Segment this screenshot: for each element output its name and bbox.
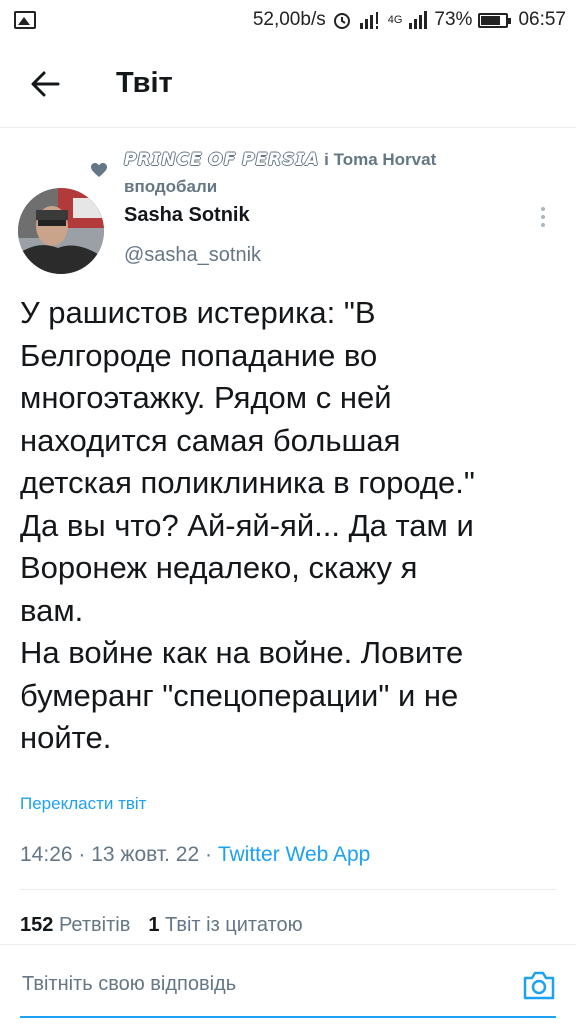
heart-icon (91, 163, 107, 177)
translate-link[interactable]: Перекласти твіт (20, 794, 146, 814)
signal-icon (359, 12, 378, 29)
back-arrow-icon (31, 71, 60, 96)
author-name[interactable]: Sasha Sotnik (124, 204, 250, 227)
quotes-count: 1 (148, 914, 160, 936)
more-vertical-icon[interactable] (530, 202, 556, 232)
liked-by-text: 𝙋𝙍𝙄𝙉𝘾𝙀 𝙊𝙁 𝙋𝙀𝙍𝙎𝙄𝘼 і Toma Horvat вподобали (124, 146, 436, 200)
liked-joiner: і (324, 150, 329, 169)
liked-suffix: вподобали (124, 177, 218, 196)
battery-percent: 73% (434, 9, 473, 30)
stats-row: 152 Ретвітів 1 Твіт із цитатою (20, 914, 303, 937)
net-speed: 52,00b/s (252, 9, 326, 30)
tweet-source[interactable]: Twitter Web App (218, 843, 371, 866)
quotes-stat[interactable]: 1 Твіт із цитатою (148, 914, 302, 937)
battery-icon (478, 12, 512, 28)
retweets-count: 152 (20, 914, 54, 936)
author-handle[interactable]: @sasha_sotnik (124, 244, 261, 267)
alarm-icon (333, 13, 350, 29)
signal-icon (409, 11, 428, 29)
reply-input[interactable] (22, 973, 522, 996)
tweet-date: 13 жовт. 22 (91, 843, 200, 866)
clock: 06:57 (518, 9, 566, 30)
image-icon (14, 11, 36, 29)
network-type: 4G (387, 14, 403, 26)
reply-bar (0, 944, 576, 1024)
camera-icon[interactable] (522, 969, 556, 1001)
avatar[interactable] (18, 188, 104, 274)
status-bar: 52,00b/s 4G 73% 06:57 (0, 0, 576, 40)
reply-underline (20, 1016, 556, 1018)
tweet-meta: 14:26 · 13 жовт. 22 · Twitter Web App (20, 843, 371, 866)
app-header: Твіт (0, 40, 576, 128)
quotes-label: Твіт із цитатою (165, 914, 303, 936)
tweet-time: 14:26 (20, 843, 73, 866)
retweets-stat[interactable]: 152 Ретвітів (20, 914, 130, 937)
retweets-label: Ретвітів (58, 914, 131, 936)
divider (20, 889, 556, 890)
liked-by-row[interactable]: 𝙋𝙍𝙄𝙉𝘾𝙀 𝙊𝙁 𝙋𝙀𝙍𝙎𝙄𝘼 і Toma Horvat вподобали (90, 146, 566, 200)
page-title: Твіт (116, 67, 173, 99)
back-button[interactable] (0, 40, 90, 128)
tweet-text: У рашистов истерика: "В Белгороде попада… (20, 295, 475, 755)
liked-user-2[interactable]: Toma Horvat (334, 150, 437, 169)
liked-user-1[interactable]: 𝙋𝙍𝙄𝙉𝘾𝙀 𝙊𝙁 𝙋𝙀𝙍𝙎𝙄𝘼 (124, 150, 319, 169)
